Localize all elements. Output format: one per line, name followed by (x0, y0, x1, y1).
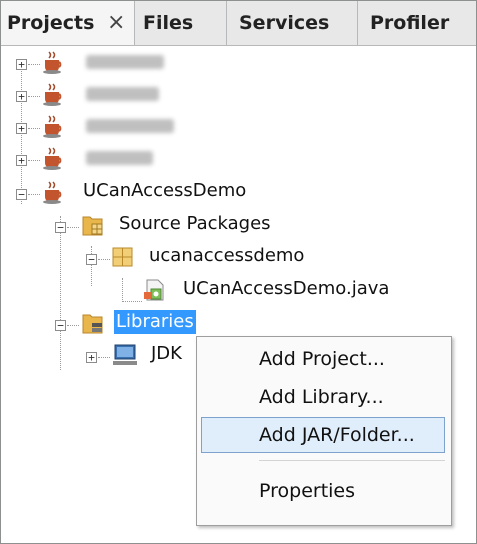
tree-node-project[interactable]: + (1, 142, 476, 176)
java-class-icon (144, 279, 164, 301)
tab-bar: Projects × Files Services Profiler (1, 1, 476, 46)
redacted-project-name (86, 151, 153, 165)
redacted-project-name (86, 119, 174, 133)
tree-node-project[interactable]: + (1, 78, 476, 112)
tree-node-label: ucanaccessdemo (149, 245, 305, 266)
tree-node-package[interactable]: − ucanaccessdemo (1, 241, 476, 275)
tab-files-label: Files (143, 12, 194, 34)
context-menu: Add Project... Add Library... Add JAR/Fo… (196, 336, 452, 526)
collapse-icon[interactable]: − (16, 189, 27, 200)
coffee-cup-project-icon (43, 115, 62, 138)
expand-icon[interactable]: + (86, 352, 97, 363)
close-tab-icon[interactable]: × (107, 1, 125, 45)
tab-projects-label: Projects (7, 12, 95, 34)
menu-item-add-library[interactable]: Add Library... (201, 379, 445, 415)
expand-icon[interactable]: + (16, 91, 27, 102)
menu-item-properties[interactable]: Properties (201, 473, 445, 509)
expand-icon[interactable]: + (16, 59, 27, 70)
tree-node-label-selected: Libraries (114, 310, 196, 334)
tree-node-java-file[interactable]: UCanAccessDemo.java (1, 274, 476, 308)
collapse-icon[interactable]: − (86, 254, 97, 265)
folder-package-icon (82, 216, 103, 236)
menu-separator (259, 460, 445, 461)
tree-node-label: Source Packages (119, 213, 271, 234)
tab-files[interactable]: Files (135, 1, 227, 45)
tree-node-ucanaccessdemo[interactable]: − UCanAccessDemo (1, 176, 476, 210)
collapse-icon[interactable]: − (55, 320, 66, 331)
tab-services[interactable]: Services (227, 1, 358, 45)
computer-jdk-icon (113, 344, 137, 365)
tree-node-label: UCanAccessDemo (83, 180, 247, 201)
package-icon (112, 247, 133, 267)
redacted-project-name (86, 55, 164, 69)
tab-projects[interactable]: Projects × (1, 1, 135, 45)
coffee-cup-project-icon (43, 147, 62, 170)
tree-node-project[interactable]: + (1, 110, 476, 144)
expand-icon[interactable]: + (16, 123, 27, 134)
tab-services-label: Services (239, 12, 330, 34)
projects-window: Projects × Files Services Profiler + + +… (0, 0, 477, 544)
tree-node-source-packages[interactable]: − Source Packages (1, 209, 476, 243)
collapse-icon[interactable]: − (55, 222, 66, 233)
tab-profiler-label: Profiler (370, 12, 450, 34)
expand-icon[interactable]: + (16, 155, 27, 166)
menu-item-add-jar-folder[interactable]: Add JAR/Folder... (201, 417, 445, 453)
tree-node-project[interactable]: + (1, 46, 476, 80)
redacted-project-name (86, 87, 159, 101)
coffee-cup-project-icon (43, 181, 62, 204)
menu-item-add-project[interactable]: Add Project... (201, 341, 445, 377)
coffee-cup-project-icon (43, 83, 62, 106)
tree-node-label: JDK (151, 343, 182, 364)
tab-profiler[interactable]: Profiler (358, 1, 476, 45)
coffee-cup-project-icon (43, 51, 62, 74)
library-folder-icon (82, 314, 103, 334)
tree-node-label: UCanAccessDemo.java (183, 278, 390, 299)
